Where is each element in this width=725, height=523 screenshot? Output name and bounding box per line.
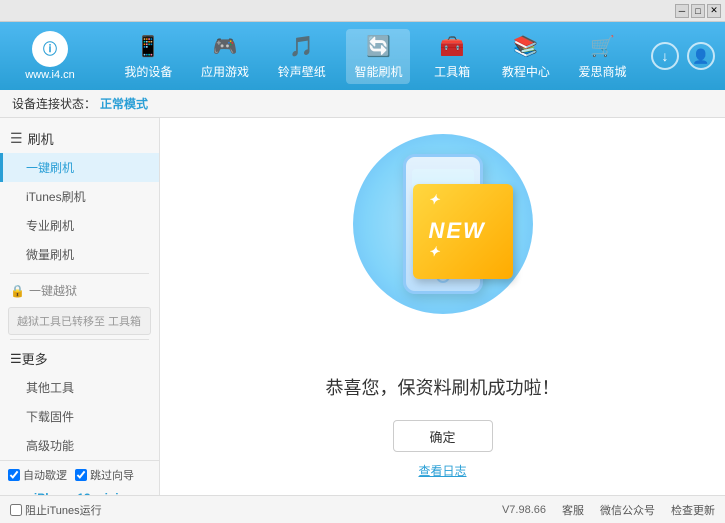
smart-flash-icon: 🔄 <box>364 33 392 61</box>
nav-item-tutorial[interactable]: 📚 教程中心 <box>494 29 558 84</box>
success-message: 恭喜您，保资料刷机成功啦！ <box>326 374 560 400</box>
device-details: iPhone 12 mini 64GB Down-12mini-13,1 <box>34 491 119 495</box>
ringtones-icon: 🎵 <box>288 33 316 61</box>
logo-text: www.i4.cn <box>25 69 75 81</box>
status-label: 设备连接状态： <box>12 95 96 112</box>
jailbreak-label: 一键越狱 <box>29 282 77 299</box>
status-bar: 设备连接状态： 正常模式 <box>0 90 725 118</box>
sidebar: ☰ 刷机 一键刷机 iTunes刷机 专业刷机 微量刷机 🔒 一键越狱 越狱工具… <box>0 118 160 495</box>
sidebar-divider-1 <box>10 273 149 274</box>
sidebar-divider-2 <box>10 339 149 340</box>
new-badge-text: NEW <box>429 218 486 243</box>
wechat-link[interactable]: 微信公众号 <box>600 502 655 518</box>
sidebar-item-advanced[interactable]: 高级功能 <box>0 431 159 460</box>
minimize-button[interactable]: ─ <box>675 4 689 18</box>
auto-close-input[interactable] <box>8 469 20 481</box>
checkboxes-row: 自动歇逻 跳过向导 <box>8 467 151 483</box>
window-controls[interactable]: ─ □ ✕ <box>675 4 721 18</box>
bottom-bar: 阻止iTunes运行 V7.98.66 客服 微信公众号 检查更新 <box>0 495 725 523</box>
skip-wizard-label: 跳过向导 <box>90 467 134 483</box>
status-value: 正常模式 <box>100 95 148 112</box>
new-badge: ✦ NEW ✦ <box>413 184 513 279</box>
nav-label-my-device: 我的设备 <box>124 63 172 80</box>
logo-area: ⓘ www.i4.cn <box>10 31 90 81</box>
star-2: ✦ <box>506 139 513 148</box>
device-name: iPhone 12 mini <box>34 491 119 495</box>
nav-item-toolbox[interactable]: 🧰 工具箱 <box>423 29 481 84</box>
stop-itunes-checkbox[interactable]: 阻止iTunes运行 <box>10 502 102 518</box>
content-area: ✦ ✦ ★ ✦ ✦ NEW ✦ 恭喜您，保资料刷机成功啦！ 确定 查看日志 <box>160 118 725 495</box>
bottom-right: V7.98.66 客服 微信公众号 检查更新 <box>502 502 715 518</box>
version-text: V7.98.66 <box>502 504 546 516</box>
auto-close-checkbox[interactable]: 自动歇逻 <box>8 467 67 483</box>
logo-icon: ⓘ <box>32 31 68 67</box>
more-group-icon: ☰ <box>10 351 22 367</box>
nav-label-toolbox: 工具箱 <box>434 63 470 80</box>
skip-wizard-checkbox[interactable]: 跳过向导 <box>75 467 134 483</box>
jailbreak-disabled-box: 越狱工具已转移至 工具箱 <box>8 307 151 335</box>
nav-label-store: 爱思商城 <box>579 63 627 80</box>
flash-group-label: 刷机 <box>28 129 54 148</box>
header: ⓘ www.i4.cn 📱 我的设备 🎮 应用游戏 🎵 铃声壁纸 🔄 智能刷机 … <box>0 22 725 90</box>
lock-icon: 🔒 <box>10 284 25 298</box>
nav-item-apps-games[interactable]: 🎮 应用游戏 <box>193 29 257 84</box>
star-1: ★ <box>373 144 382 155</box>
nav-label-ringtones: 铃声壁纸 <box>278 63 326 80</box>
sidebar-subgroup-jailbreak[interactable]: 🔒 一键越狱 <box>0 278 159 303</box>
sparkle-1: ✦ <box>353 169 365 186</box>
stop-itunes-input[interactable] <box>10 504 22 516</box>
store-icon: 🛒 <box>589 33 617 61</box>
close-button[interactable]: ✕ <box>707 4 721 18</box>
nav-label-tutorial: 教程中心 <box>502 63 550 80</box>
jailbreak-disabled-text: 越狱工具已转移至 工具箱 <box>17 316 141 328</box>
apps-games-icon: 🎮 <box>211 33 239 61</box>
sidebar-item-pro-flash[interactable]: 专业刷机 <box>0 211 159 240</box>
confirm-button[interactable]: 确定 <box>393 420 493 452</box>
nav-item-ringtones[interactable]: 🎵 铃声壁纸 <box>270 29 334 84</box>
sidebar-item-other-tools[interactable]: 其他工具 <box>0 373 159 402</box>
title-bar: ─ □ ✕ <box>0 0 725 22</box>
nav-label-apps-games: 应用游戏 <box>201 63 249 80</box>
check-update-link[interactable]: 检查更新 <box>671 502 715 518</box>
phone-illustration: ✦ ✦ ★ ✦ ✦ NEW ✦ <box>343 134 543 354</box>
sidebar-item-micro-flash[interactable]: 微量刷机 <box>0 240 159 269</box>
bottom-left: 阻止iTunes运行 <box>10 502 102 518</box>
download-button[interactable]: ↓ <box>651 42 679 70</box>
flash-group-icon: ☰ <box>10 130 23 147</box>
my-device-icon: 📱 <box>134 33 162 61</box>
tutorial-icon: 📚 <box>512 33 540 61</box>
sidebar-group-more[interactable]: ☰ 更多 <box>0 344 159 373</box>
stop-itunes-label: 阻止iTunes运行 <box>25 502 102 518</box>
nav-bar: 📱 我的设备 🎮 应用游戏 🎵 铃声壁纸 🔄 智能刷机 🧰 工具箱 📚 教程中心… <box>110 29 641 84</box>
auto-close-label: 自动歇逻 <box>23 467 67 483</box>
main-layout: ☰ 刷机 一键刷机 iTunes刷机 专业刷机 微量刷机 🔒 一键越狱 越狱工具… <box>0 118 725 495</box>
customer-service-link[interactable]: 客服 <box>562 502 584 518</box>
sidebar-item-one-click-flash[interactable]: 一键刷机 <box>0 153 159 182</box>
sidebar-bottom-area: 自动歇逻 跳过向导 📱 iPhone 12 mini 64GB Down-12m… <box>0 460 159 495</box>
nav-item-store[interactable]: 🛒 爱思商城 <box>571 29 635 84</box>
device-info-row: 📱 iPhone 12 mini 64GB Down-12mini-13,1 <box>8 491 151 495</box>
sidebar-item-itunes-flash[interactable]: iTunes刷机 <box>0 182 159 211</box>
user-button[interactable]: 👤 <box>687 42 715 70</box>
header-right: ↓ 👤 <box>651 42 715 70</box>
sidebar-group-flash[interactable]: ☰ 刷机 <box>0 124 159 153</box>
sidebar-item-download-firmware[interactable]: 下载固件 <box>0 402 159 431</box>
nav-item-smart-flash[interactable]: 🔄 智能刷机 <box>346 29 410 84</box>
skip-wizard-input[interactable] <box>75 469 87 481</box>
nav-item-my-device[interactable]: 📱 我的设备 <box>116 29 180 84</box>
more-group-label: 更多 <box>22 349 48 368</box>
maximize-button[interactable]: □ <box>691 4 705 18</box>
guide-link[interactable]: 查看日志 <box>418 462 466 479</box>
nav-label-smart-flash: 智能刷机 <box>354 63 402 80</box>
toolbox-icon: 🧰 <box>438 33 466 61</box>
sparkle-2: ✦ <box>511 154 523 171</box>
